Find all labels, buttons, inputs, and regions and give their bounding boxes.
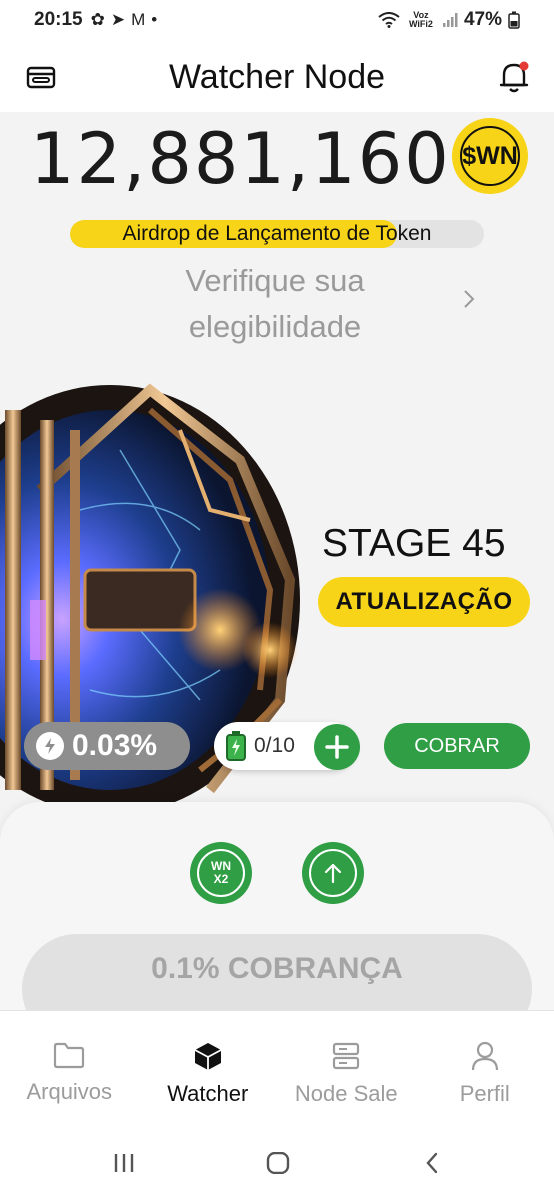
dot-icon: • [151, 10, 158, 29]
person-icon [471, 1041, 498, 1071]
notification-icons: ✿ ➤ M • [91, 10, 158, 30]
nav-label: Node Sale [294, 1081, 398, 1106]
nav-item-perfil[interactable]: Perfil [416, 1011, 554, 1122]
wn-x2-icon: WN X2 [197, 849, 245, 897]
telegram-icon: ➤ [110, 10, 126, 29]
collect-button[interactable]: COBRAR [384, 723, 530, 769]
folder-icon [54, 1042, 85, 1069]
bottom-nav: Arquivos Watcher Node Sale Perfil [0, 1010, 554, 1122]
verify-eligibility-link[interactable]: Verifique sua elegibilidade [120, 258, 430, 350]
energy-value: 0/10 [254, 734, 295, 757]
mining-rate-value: 0.03% [72, 729, 158, 762]
arrow-up-icon [309, 849, 357, 897]
charge-button[interactable]: 0.1% COBRANÇA [22, 934, 532, 1012]
mining-rate-badge: 0.03% [24, 722, 190, 770]
home-icon[interactable] [266, 1151, 290, 1179]
add-energy-button[interactable] [314, 724, 360, 770]
wifi-icon [378, 12, 400, 28]
signal-icon [442, 13, 458, 27]
nav-label: Perfil [459, 1081, 510, 1106]
upgrade-button[interactable]: ATUALIZAÇÃO [318, 577, 530, 627]
page-title: Watcher Node [168, 58, 386, 96]
system-nav-bar [0, 1122, 554, 1200]
nav-item-node-sale[interactable]: Node Sale [277, 1011, 416, 1122]
airdrop-label: Airdrop de Lançamento de Token [122, 222, 432, 245]
nav-item-arquivos[interactable]: Arquivos [0, 1011, 139, 1122]
multiplier-boost-button[interactable]: WN X2 [190, 842, 252, 904]
pinwheel-icon: ✿ [90, 10, 105, 29]
battery-percent: 47% [463, 9, 502, 30]
status-time: 20:15 [34, 9, 83, 30]
battery-icon [508, 11, 520, 29]
airdrop-progress[interactable]: Airdrop de Lançamento de Token [70, 220, 484, 248]
nav-label: Arquivos [26, 1079, 113, 1104]
plus-icon [325, 735, 349, 759]
notification-bell-icon[interactable] [498, 60, 530, 99]
battery-charge-icon [226, 731, 246, 761]
recent-apps-icon[interactable] [112, 1152, 136, 1179]
boost-label-bottom: X2 [213, 872, 229, 886]
action-card: WN X2 0.1% COBRANÇA [0, 802, 554, 1012]
nav-label: Watcher [167, 1081, 249, 1106]
balance-amount: 12,881,160 [30, 118, 451, 200]
lightning-icon [36, 732, 64, 760]
chevron-right-icon[interactable] [462, 288, 476, 315]
app-header: Watcher Node [0, 40, 554, 112]
stage-label: STAGE 45 [322, 522, 506, 565]
cube-icon [194, 1043, 222, 1070]
nav-item-watcher[interactable]: Watcher [139, 1011, 278, 1122]
status-bar: 20:15 ✿ ➤ M • Voz WiFi2 47% [0, 0, 554, 40]
back-icon[interactable] [424, 1152, 440, 1179]
gmail-icon: M [131, 10, 146, 29]
network-label: Voz WiFi2 [409, 10, 433, 29]
charge-label: 0.1% COBRANÇA [151, 952, 403, 985]
upgrade-arrow-button[interactable] [302, 842, 364, 904]
token-badge: $WN [452, 118, 528, 194]
server-icon [333, 1042, 360, 1070]
token-symbol: $WN [462, 141, 518, 170]
